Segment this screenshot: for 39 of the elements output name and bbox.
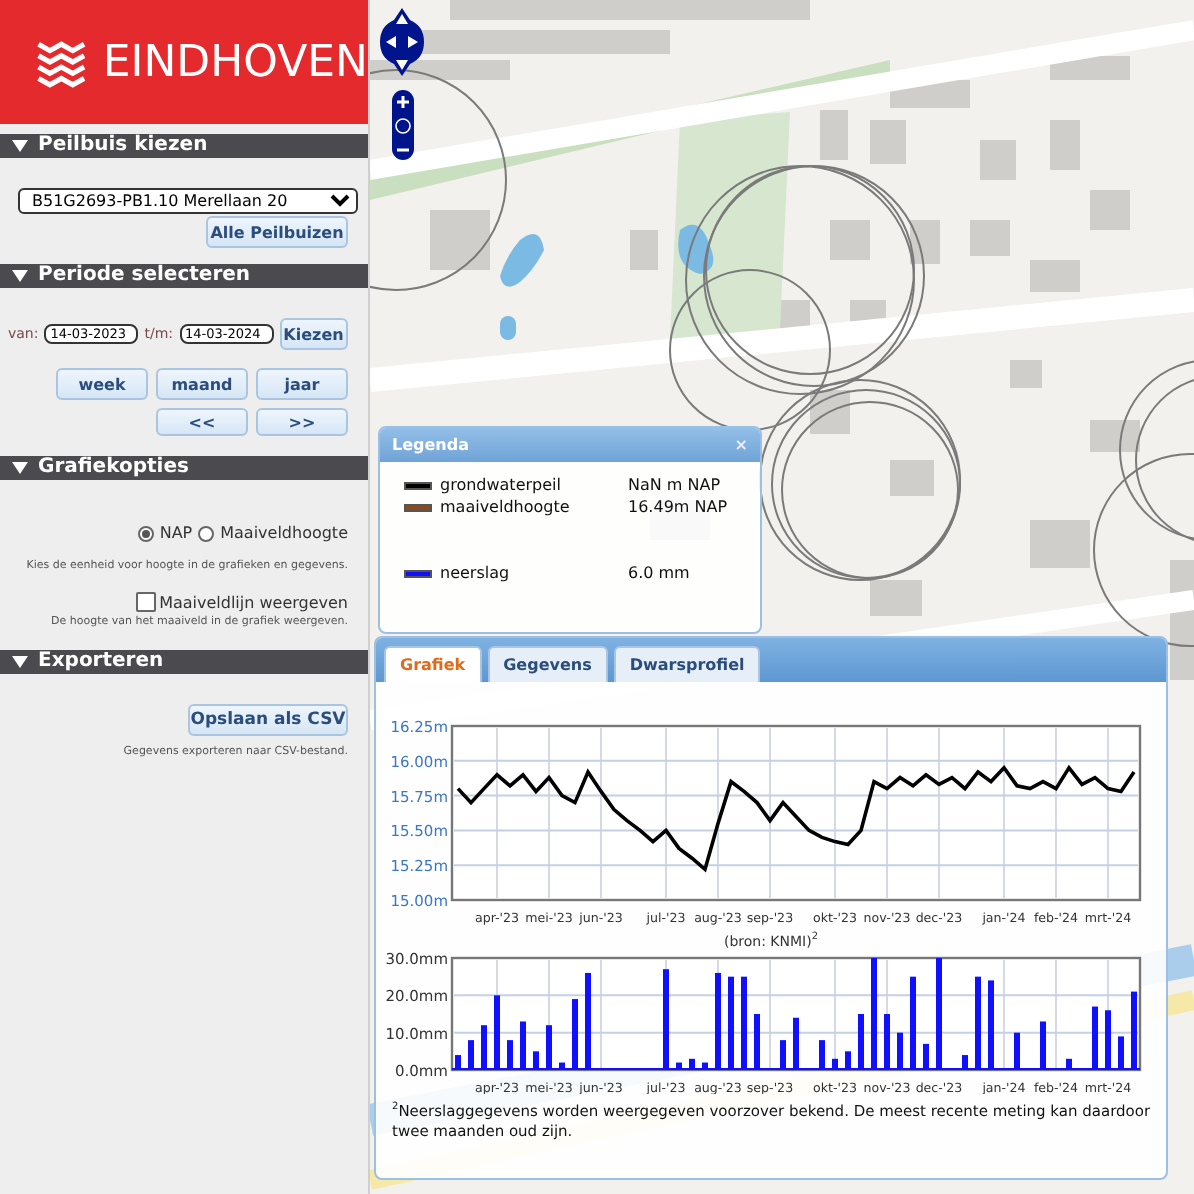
radio-label: Maaiveldhoogte xyxy=(220,524,348,542)
step-button[interactable]: >> xyxy=(256,408,348,436)
section-title: Periode selecteren xyxy=(38,264,251,288)
legend-value: NaN m NAP xyxy=(628,476,723,494)
checkbox-label: Maaiveldlijn weergeven xyxy=(159,593,348,611)
section-title: Peilbuis kiezen xyxy=(38,134,208,158)
step-button[interactable]: << xyxy=(156,408,248,436)
section-title: Exporteren xyxy=(38,650,164,674)
range-button[interactable]: week xyxy=(56,368,148,400)
radio-label: NAP xyxy=(159,524,193,542)
collapse-triangle-icon xyxy=(12,140,28,152)
collapse-triangle-icon xyxy=(12,656,28,668)
legend-value: 16.49m NAP xyxy=(628,498,730,516)
radio-button[interactable] xyxy=(198,525,215,541)
range-button[interactable]: jaar xyxy=(256,368,348,400)
collapse-triangle-icon xyxy=(12,462,28,474)
radio-button[interactable] xyxy=(137,525,154,541)
well-select[interactable]: B51G2693-PB1.10 Merellaan 20 xyxy=(18,188,358,214)
range-button[interactable]: maand xyxy=(156,368,248,400)
apply-button[interactable]: Kiezen xyxy=(279,318,348,350)
legend-label: maaiveldhoogte xyxy=(440,498,570,516)
checkbox[interactable] xyxy=(135,592,156,612)
legend-label: grondwaterpeil xyxy=(440,476,561,494)
tab[interactable]: Dwarsprofiel xyxy=(613,646,761,682)
legend-title: Legenda xyxy=(392,436,469,454)
all-wells-button[interactable]: Alle Peilbuizen xyxy=(206,216,348,248)
tab[interactable]: Gegevens xyxy=(487,646,608,682)
collapse-triangle-icon xyxy=(12,270,28,282)
section-title: Grafiekopties xyxy=(38,456,189,480)
legend-value: 6.0 mm xyxy=(628,564,692,582)
pan-control-icon[interactable] xyxy=(380,8,424,76)
export-csv-button[interactable]: Opslaan als CSV xyxy=(188,704,348,736)
legend-label: neerslag xyxy=(440,564,510,582)
section-header[interactable]: Exporteren xyxy=(0,650,368,674)
logo-text: EINDHOVEN xyxy=(102,37,368,87)
zoom-control-icon[interactable] xyxy=(392,90,414,160)
section-header[interactable]: Periode selecteren xyxy=(0,264,368,288)
section-header[interactable]: Peilbuis kiezen xyxy=(0,134,368,158)
section-header[interactable]: Grafiekopties xyxy=(0,456,368,480)
